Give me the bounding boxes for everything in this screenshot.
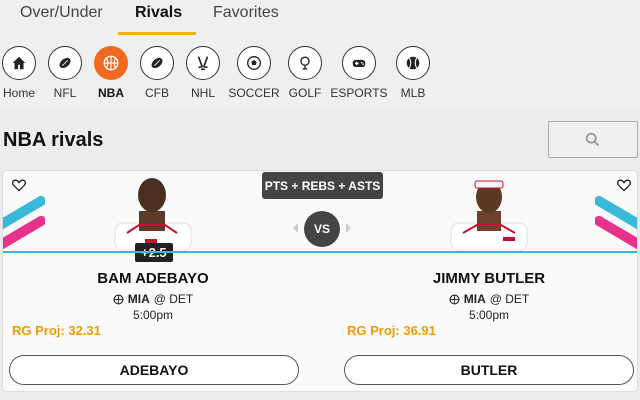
football-icon [48,46,82,80]
team-abbr: MIA [463,292,486,306]
game-time-right: 5:00pm [468,308,510,322]
tab-favorites[interactable]: Favorites [213,4,279,22]
active-tab-underline [118,32,196,35]
vs-badge: VS [304,211,340,247]
matchup-card: +2.5 PTS + REBS + ASTS VS BAM ADEBAYO MI… [2,170,638,392]
search-icon [585,132,600,146]
sports-nav: Home NFL NBA CFB NHL SOCCER GOLF ESPORTS… [0,44,640,106]
basketball-icon [113,294,124,304]
basketball-icon [94,46,128,80]
pick-butler-button[interactable]: BUTLER [344,355,634,385]
top-tabs: Over/Under Rivals Favorites [0,0,640,36]
tab-over-under[interactable]: Over/Under [20,4,103,22]
stat-category-badge: PTS + REBS + ASTS [262,172,383,199]
soccer-ball-icon [237,46,271,80]
home-icon [2,46,36,80]
player-name-right: JIMMY BUTLER [432,270,546,287]
sport-esports[interactable]: ESPORTS [329,44,389,100]
projection-left: RG Proj: 32.31 [12,323,101,338]
baseball-icon [396,46,430,80]
chevron-right-icon [346,223,351,233]
decorative-stripes-left [3,196,45,250]
team-info-left: MIA @ DET [3,292,303,306]
sport-mlb[interactable]: MLB [383,44,443,100]
projection-right: RG Proj: 36.91 [347,323,436,338]
chevron-left-icon [293,223,298,233]
golf-icon [288,46,322,80]
favorite-heart-icon[interactable] [11,177,27,193]
page-title: NBA rivals [3,129,104,151]
player-name-left: BAM ADEBAYO [97,270,209,287]
basketball-icon [449,294,460,304]
tab-rivals[interactable]: Rivals [135,4,182,22]
sport-golf[interactable]: GOLF [275,44,335,100]
gamepad-icon [342,46,376,80]
player-photo-butler [450,180,528,251]
search-button[interactable] [548,121,638,158]
decorative-stripes-right [595,196,637,250]
team-abbr: MIA [127,292,150,306]
player-photo-adebayo [114,178,192,251]
opponent: @ DET [153,292,194,306]
opponent: @ DET [489,292,530,306]
game-time-left: 5:00pm [132,308,174,322]
hockey-icon [186,46,220,80]
pick-adebayo-button[interactable]: ADEBAYO [9,355,299,385]
team-info-right: MIA @ DET [339,292,637,306]
divider-line [3,251,637,253]
football-icon [140,46,174,80]
favorite-heart-icon[interactable] [616,177,632,193]
